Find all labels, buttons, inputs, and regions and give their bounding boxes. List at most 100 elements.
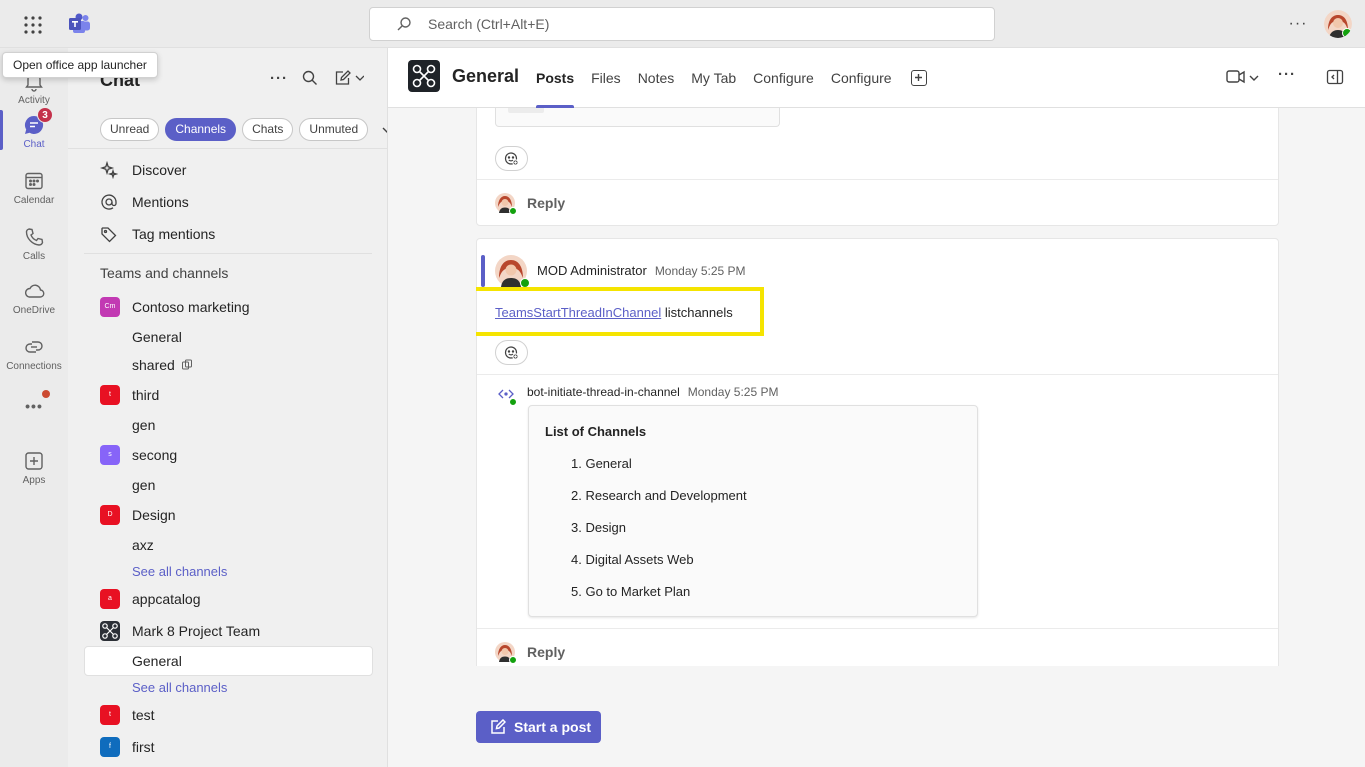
team-avatar: Cm (100, 297, 120, 317)
rail-item-calls[interactable]: Calls (0, 226, 68, 282)
search-input[interactable]: Search (Ctrl+Alt+E) (369, 7, 995, 41)
team-avatar: t (100, 385, 120, 405)
message-header: MOD Administrator Monday 5:25 PM (537, 263, 746, 278)
tab-configure[interactable]: Configure (753, 48, 814, 108)
adaptive-card: List of Channels 1. General 2. Research … (528, 405, 978, 617)
reply-label: Reply (527, 195, 566, 211)
filter-unread[interactable]: Unread (100, 118, 160, 141)
nav-mentions[interactable]: Mentions (100, 191, 189, 213)
channel-list-item: 1. General (571, 456, 632, 471)
add-reaction-button[interactable] (495, 146, 528, 171)
team-avatar: a (100, 589, 120, 609)
drone-icon (102, 623, 118, 639)
channel-contoso-general[interactable]: General (132, 326, 182, 348)
chevron-down-icon[interactable] (380, 122, 388, 138)
rail-item-onedrive[interactable]: OneDrive (0, 280, 68, 336)
channel-secong-gen[interactable]: gen (132, 474, 155, 496)
calendar-icon (23, 170, 45, 192)
nav-tag-mentions[interactable]: Tag mentions (100, 223, 215, 245)
channel-more-button[interactable]: ··· (1278, 66, 1296, 83)
channel-contoso-shared[interactable]: shared (132, 354, 193, 376)
team-test[interactable]: t test (100, 704, 155, 726)
shared-channel-icon (181, 359, 192, 370)
rail-item-chat[interactable]: 3 Chat (0, 107, 68, 170)
start-post-button[interactable]: Start a post (476, 711, 601, 743)
rail-more-apps-button[interactable]: ••• (0, 398, 68, 454)
teams-section-header[interactable]: Teams and channels (100, 265, 228, 281)
channel-name: General (132, 653, 182, 669)
chat-unread-badge: 3 (37, 107, 53, 123)
channel-mark8-general[interactable]: General (84, 646, 373, 676)
filter-channels[interactable]: Channels (165, 118, 237, 141)
channel-header: General Posts Files Notes My Tab Configu… (388, 48, 1365, 108)
link-label: See all channels (132, 563, 228, 579)
channel-team-icon (408, 60, 440, 92)
presence-available-icon (1342, 28, 1352, 38)
team-contoso-marketing[interactable]: Cm Contoso marketing (100, 296, 250, 318)
channel-title: General (452, 66, 520, 86)
tag-icon (101, 227, 117, 243)
compose-icon (491, 719, 506, 734)
tab-configure-2[interactable]: Configure (831, 48, 892, 108)
team-name: Design (132, 507, 176, 523)
divider (68, 148, 387, 149)
rail-item-apps[interactable]: Apps (0, 450, 68, 506)
connections-icon (23, 336, 45, 358)
channel-third-gen[interactable]: gen (132, 414, 155, 436)
author-avatar[interactable] (495, 255, 530, 288)
unread-accent-bar (481, 255, 485, 287)
see-all-channels-link[interactable]: See all channels (132, 676, 227, 698)
sparkle-icon (100, 161, 118, 179)
teams-logo-icon (68, 12, 92, 36)
app-launcher-icon[interactable] (22, 14, 44, 36)
nav-label: Mentions (132, 194, 189, 210)
sidebar-more-button[interactable]: ··· (270, 70, 288, 90)
team-avatar (100, 621, 120, 641)
tab-posts[interactable]: Posts (536, 48, 575, 108)
new-chat-button[interactable] (334, 70, 365, 90)
team-avatar: s (100, 445, 120, 465)
presence-available-icon (509, 656, 517, 664)
channel-design-axz[interactable]: axz (132, 534, 154, 556)
chat-icon: 3 (23, 107, 53, 136)
bot-name[interactable]: bot-initiate-thread-in-channel (527, 385, 680, 399)
nav-discover[interactable]: Discover (100, 159, 186, 181)
reply-button[interactable]: Reply (477, 179, 1278, 226)
sidebar-search-button[interactable] (302, 70, 318, 90)
channel-name: shared (132, 357, 175, 373)
rail-item-calendar[interactable]: Calendar (0, 170, 68, 226)
meet-video-button[interactable] (1226, 68, 1260, 89)
team-avatar: D (100, 505, 120, 525)
divider (84, 253, 372, 254)
profile-avatar[interactable] (1324, 10, 1352, 38)
see-all-channels-link[interactable]: See all channels (132, 560, 227, 582)
add-reaction-button[interactable] (495, 340, 528, 365)
team-name: first (132, 739, 155, 755)
reply-button[interactable]: Reply (477, 628, 1278, 666)
rail-item-connections[interactable]: Connections (0, 336, 68, 392)
tab-my-tab[interactable]: My Tab (691, 48, 736, 108)
team-design[interactable]: D Design (100, 504, 176, 526)
team-secong[interactable]: s secong (100, 444, 177, 466)
team-third[interactable]: t third (100, 384, 159, 406)
posts-feed: Reply MOD Administrator Monday 5:25 PM Te… (476, 108, 1279, 666)
app-rail: Activity 3 Chat Calendar Calls OneDrive … (0, 48, 68, 767)
settings-more-icon[interactable]: ··· (1286, 12, 1310, 36)
filter-chats[interactable]: Chats (242, 118, 294, 141)
divider (477, 374, 1278, 375)
team-name: secong (132, 447, 178, 463)
tab-notes[interactable]: Notes (638, 48, 675, 108)
channel-list-item: 2. Research and Development (571, 488, 747, 503)
add-tab-icon[interactable] (910, 70, 927, 86)
channel-name: gen (132, 477, 156, 493)
tab-files[interactable]: Files (591, 48, 621, 108)
previous-card-fragment (495, 108, 780, 127)
filter-unmuted[interactable]: Unmuted (299, 118, 369, 141)
team-first[interactable]: f first (100, 736, 155, 758)
open-pane-button[interactable] (1326, 68, 1344, 89)
author-name[interactable]: MOD Administrator (537, 263, 647, 278)
team-appcatalog[interactable]: a appcatalog (100, 588, 201, 610)
search-placeholder: Search (Ctrl+Alt+E) (428, 16, 550, 32)
bot-avatar[interactable] (497, 385, 517, 406)
team-mark8-project[interactable]: Mark 8 Project Team (100, 620, 260, 642)
